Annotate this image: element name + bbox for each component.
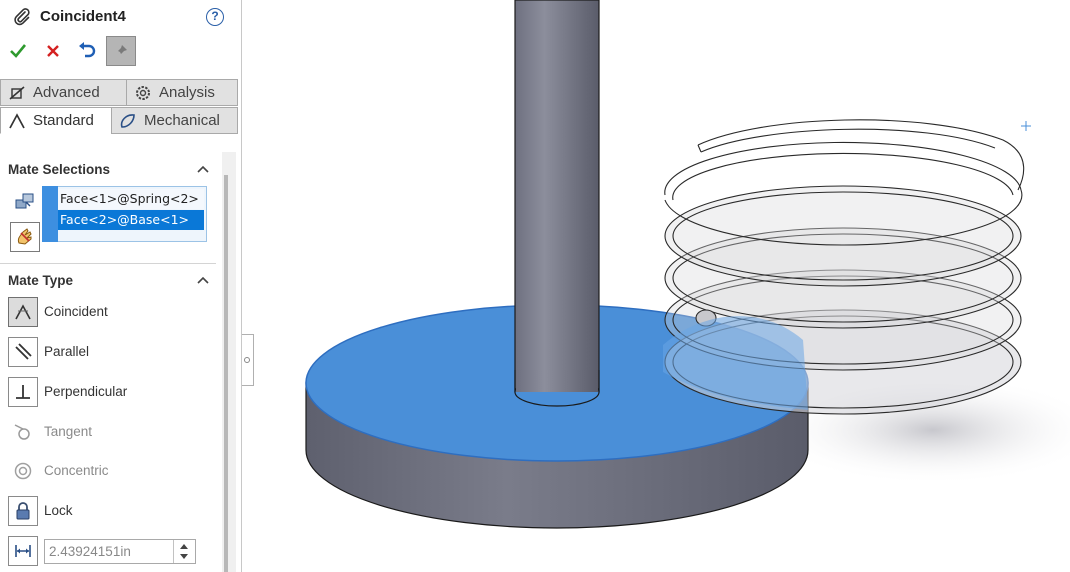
coincident-icon xyxy=(15,304,31,320)
list-item[interactable]: Face<1>@Spring<2> xyxy=(58,189,204,209)
cam-icon xyxy=(120,113,135,128)
mate-coincident-option[interactable]: Coincident xyxy=(8,297,218,329)
title-bar: Coincident4 ? xyxy=(0,0,242,34)
distance-value: 2.43924151in xyxy=(49,544,131,559)
gear-icon xyxy=(136,85,150,100)
undo-button[interactable] xyxy=(72,36,102,66)
pointer-hand-icon xyxy=(17,228,32,245)
mate-type-label: Tangent xyxy=(44,424,93,439)
mate-type-label: Concentric xyxy=(44,463,109,478)
lock-button[interactable] xyxy=(8,496,38,526)
tangent-icon xyxy=(14,424,30,440)
ok-button[interactable] xyxy=(3,36,33,66)
mate-type-label: Lock xyxy=(44,503,73,518)
pushpin-icon xyxy=(116,45,127,56)
tab-analysis[interactable]: Analysis xyxy=(126,79,238,106)
mate-type-label: Parallel xyxy=(44,344,90,359)
tab-label: Advanced xyxy=(33,84,100,101)
page-title: Coincident4 xyxy=(40,8,126,25)
multiple-mate-button[interactable] xyxy=(10,222,40,252)
mate-concentric-option[interactable]: Concentric xyxy=(8,456,218,488)
close-icon xyxy=(47,45,59,57)
distance-icon xyxy=(15,545,31,557)
tab-mechanical[interactable]: Mechanical xyxy=(111,107,238,134)
shaft-lower xyxy=(516,370,598,392)
mate-type-label: Coincident xyxy=(44,304,108,319)
pin-button[interactable] xyxy=(106,36,136,66)
distance-input[interactable]: 2.43924151in xyxy=(44,539,196,564)
entities-to-mate-button[interactable] xyxy=(10,186,40,216)
property-manager-panel: Coincident4 ? Advanced Analysis Standard… xyxy=(0,0,242,572)
distance-spinner[interactable] xyxy=(173,540,195,563)
shaft[interactable] xyxy=(514,0,600,393)
concentric-button[interactable] xyxy=(8,456,38,486)
mate-selections-header[interactable]: Mate Selections xyxy=(8,162,110,177)
cancel-button[interactable] xyxy=(38,36,68,66)
mate-parallel-option[interactable]: Parallel xyxy=(8,337,218,369)
distance-button[interactable] xyxy=(8,536,38,566)
check-icon xyxy=(10,44,27,58)
advanced-mate-icon xyxy=(9,85,25,100)
spin-up-icon[interactable] xyxy=(180,544,188,549)
origin-marker xyxy=(1021,121,1031,131)
concentric-icon xyxy=(14,462,32,480)
parallel-button[interactable] xyxy=(8,337,38,367)
tab-label: Analysis xyxy=(159,84,215,101)
help-icon[interactable]: ? xyxy=(206,8,224,26)
mate-lock-option[interactable]: Lock xyxy=(8,496,218,528)
perpendicular-icon xyxy=(16,385,30,399)
mate-entities-icon xyxy=(15,193,34,209)
model-view[interactable] xyxy=(243,0,1070,572)
paperclip-icon xyxy=(14,8,30,26)
graphics-viewport[interactable] xyxy=(243,0,1070,572)
tab-label: Mechanical xyxy=(144,112,220,129)
list-item-selected[interactable]: Face<2>@Base<1> xyxy=(58,210,204,230)
tangent-button[interactable] xyxy=(8,417,38,447)
scrollbar-thumb[interactable] xyxy=(224,175,228,572)
mate-type-header[interactable]: Mate Type xyxy=(8,273,73,288)
tab-label: Standard xyxy=(33,112,94,129)
mate-perpendicular-option[interactable]: Perpendicular xyxy=(8,377,218,409)
mate-tangent-option[interactable]: Tangent xyxy=(8,417,218,449)
chevron-up-icon[interactable] xyxy=(197,276,209,284)
tab-advanced[interactable]: Advanced xyxy=(0,79,127,106)
selection-list-marker xyxy=(42,186,58,242)
chevron-up-icon[interactable] xyxy=(197,165,209,173)
perpendicular-button[interactable] xyxy=(8,377,38,407)
spin-down-icon[interactable] xyxy=(180,554,188,559)
mate-type-label: Perpendicular xyxy=(44,384,128,399)
lock-icon xyxy=(16,502,30,520)
action-bar xyxy=(0,36,242,68)
undo-icon xyxy=(79,42,96,58)
parallel-icon xyxy=(15,343,32,360)
tab-standard[interactable]: Standard xyxy=(0,107,112,134)
coincident-button[interactable] xyxy=(8,297,38,327)
standard-mate-icon xyxy=(9,112,25,128)
section-divider xyxy=(0,263,216,264)
